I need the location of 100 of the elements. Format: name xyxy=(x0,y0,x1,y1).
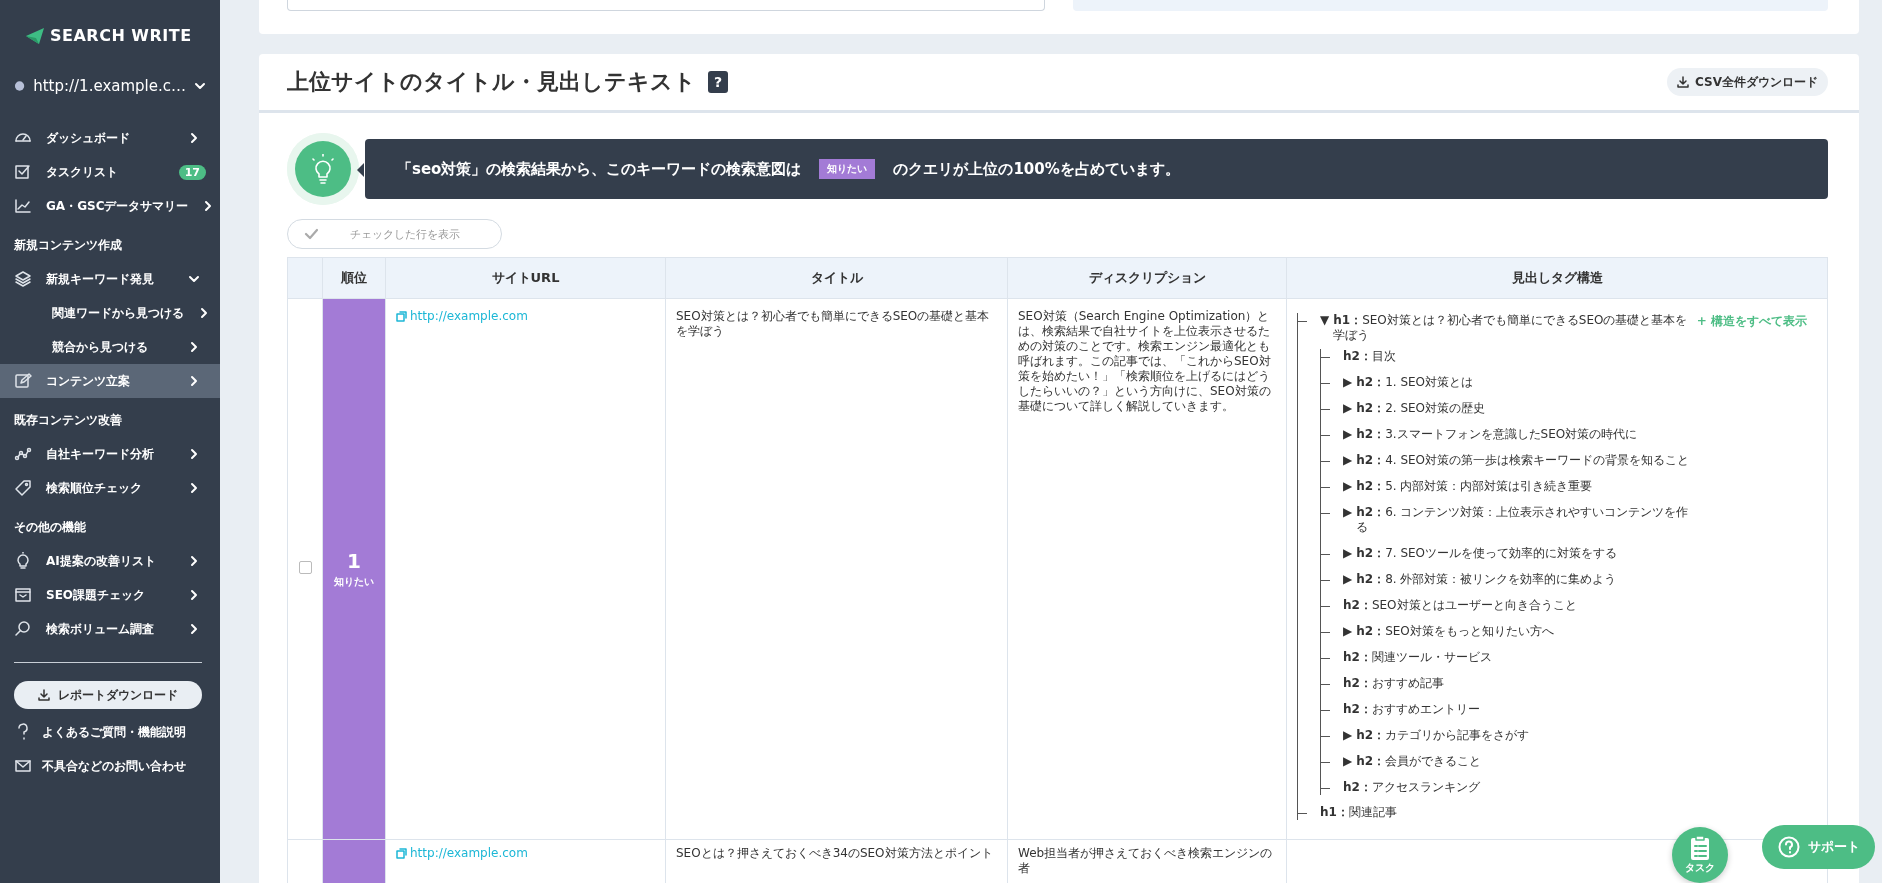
section-heading: 新規コンテンツ作成 xyxy=(13,237,123,254)
banner-text: 「seo対策」の検索結果から、このキーワードの検索意図は xyxy=(397,159,802,179)
expand-toggle[interactable]: ▶ xyxy=(1343,375,1353,390)
title-text: SEO対策とは？初心者でも簡単にできるSEOの基礎と基本を学ぼう xyxy=(676,309,991,339)
heading-label: h2：SEO対策とはユーザーと向き合うこと xyxy=(1343,598,1577,613)
chevron-right-icon xyxy=(198,307,210,319)
heading-label: h2：おすすめエントリー xyxy=(1343,702,1480,717)
lightbulb-icon xyxy=(14,552,32,570)
count-badge: 17 xyxy=(178,164,206,180)
column-header: 順位 xyxy=(322,257,386,299)
pencil-icon xyxy=(14,372,32,390)
help-icon xyxy=(1777,836,1800,858)
help-button[interactable]: ? xyxy=(708,71,728,93)
heading-label: h1：関連記事 xyxy=(1320,805,1397,820)
expand-toggle[interactable]: ▶ xyxy=(1343,505,1353,520)
nav-subitem[interactable]: 関連ワードから見つける xyxy=(0,296,220,330)
logo-mark-icon xyxy=(24,26,46,45)
intent-label: 知りたい xyxy=(334,575,374,589)
expand-toggle[interactable]: ▶ xyxy=(1343,624,1353,639)
chevron-right-icon xyxy=(188,555,200,567)
heading-label: h2：5. 内部対策：内部対策は引き続き重要 xyxy=(1356,479,1593,494)
site-selector[interactable]: http://1.example.c… xyxy=(0,69,220,103)
chevron-right-icon xyxy=(188,132,200,144)
expand-toggle[interactable]: ▶ xyxy=(1343,453,1353,468)
checkmark-icon xyxy=(304,228,318,240)
section-title: 上位サイトのタイトル・見出しテキスト xyxy=(287,68,696,96)
banner-text: のクエリが上位の100%を占めています。 xyxy=(893,159,1180,179)
chart-icon xyxy=(14,197,32,215)
expand-toggle[interactable]: ▶ xyxy=(1343,572,1353,587)
tag-icon xyxy=(14,479,32,497)
window-icon xyxy=(14,586,32,604)
download-icon xyxy=(1677,76,1690,88)
trend-line-icon xyxy=(14,445,32,463)
column-header: タイトル xyxy=(665,257,1008,299)
heading-label: h2：会員ができること xyxy=(1356,754,1482,769)
nav-item[interactable]: 自社キーワード分析 xyxy=(0,437,220,471)
checkbox-icon xyxy=(14,163,32,181)
expand-toggle[interactable]: ▶ xyxy=(1343,754,1353,769)
description-text: Web担当者が押さえておくべき検索エンジンの者 xyxy=(1018,846,1274,876)
heading-label: h2：アクセスランキング xyxy=(1343,780,1480,795)
nav-item[interactable]: AI提案の改善リスト xyxy=(0,544,220,578)
nav-item[interactable]: 検索ボリューム調査 xyxy=(0,612,220,646)
expand-toggle[interactable]: ▶ xyxy=(1343,479,1353,494)
heading-label: h1：SEO対策とは？初心者でも簡単にできるSEOの基礎と基本を学ぼう xyxy=(1333,313,1689,343)
heading-label: h2：7. SEOツールを使って効率的に対策をする xyxy=(1356,546,1618,561)
expand-toggle[interactable]: ▶ xyxy=(1343,401,1353,416)
lightbulb-icon xyxy=(310,154,336,184)
heading-label: h2：SEO対策をもっと知りたい方へ xyxy=(1356,624,1554,639)
heading-label: h2：2. SEO対策の歴史 xyxy=(1356,401,1486,416)
help-link[interactable]: よくあるご質問・機能説明 xyxy=(0,715,220,749)
nav-subitem[interactable]: 競合から見つける xyxy=(0,330,220,364)
logo-text: SEARCH WRITE xyxy=(50,26,192,45)
column-header: 見出しタグ構造 xyxy=(1286,257,1828,299)
nav-item[interactable]: 新規キーワード発見 xyxy=(0,262,220,296)
heading-label: h2：関連ツール・サービス xyxy=(1343,650,1492,665)
chevron-right-icon xyxy=(188,589,200,601)
heading-label: h2：4. SEO対策の第一歩は検索キーワードの背景を知ること xyxy=(1356,453,1690,468)
rank-number: 1 xyxy=(347,549,361,573)
help-link[interactable]: 不具合などのお問い合わせ xyxy=(0,749,220,783)
nav-item[interactable]: GA・GSCデータサマリー xyxy=(0,189,220,223)
expand-toggle[interactable]: ▶ xyxy=(1343,728,1353,743)
envelope-icon xyxy=(14,757,32,775)
external-link-icon xyxy=(396,847,407,859)
csv-download-button[interactable]: CSV全件ダウンロード xyxy=(1667,68,1828,96)
heading-label: h2：3.スマートフォンを意識したSEO対策の時代に xyxy=(1356,427,1638,442)
nav-item[interactable]: 検索順位チェック xyxy=(0,471,220,505)
layers-icon xyxy=(14,270,32,288)
heading-label: h2：目次 xyxy=(1343,349,1396,364)
nav-item[interactable]: ダッシュボード xyxy=(0,121,220,155)
chevron-right-icon xyxy=(188,623,200,635)
section-heading: 既存コンテンツ改善 xyxy=(13,412,123,429)
chevron-right-icon xyxy=(188,375,200,387)
chevron-right-icon xyxy=(188,482,200,494)
chevron-right-icon xyxy=(188,341,200,353)
clipboard-icon xyxy=(1689,835,1711,861)
expand-toggle[interactable]: ▼ xyxy=(1320,313,1330,328)
search-icon xyxy=(14,620,32,638)
heading-label: h2：1. SEO対策とは xyxy=(1356,375,1474,390)
nav-item[interactable]: タスクリスト 17 xyxy=(0,155,220,189)
column-header: ディスクリプション xyxy=(1007,257,1287,299)
nav-item[interactable]: コンテンツ立案 xyxy=(0,364,220,398)
nav-item[interactable]: SEO課題チェック xyxy=(0,578,220,612)
download-icon xyxy=(38,689,50,701)
globe-icon xyxy=(14,80,26,92)
expand-toggle[interactable]: ▶ xyxy=(1343,427,1353,442)
title-text: SEOとは？押さえておくべき34のSEO対策方法とポイント xyxy=(676,846,994,861)
description-text: SEO対策（Search Engine Optimization）とは、検索結果で自社サイトを上位表示させるための対策のことです。検索エンジン最適化とも呼ばれます。この記事では、「これからSEO対策を始めたい！」「検索順位を上げるにはどうしたらいいの？」という方向けに、SEO対策の基礎について詳しく解説していきます。 xyxy=(1018,309,1272,414)
expand-toggle[interactable]: ▶ xyxy=(1343,546,1353,561)
row-checkbox[interactable] xyxy=(298,561,312,574)
heading-label: h2：8. 外部対策：被リンクを効率的に集めよう xyxy=(1356,572,1617,587)
chevron-right-icon xyxy=(188,448,200,460)
heading-label: h2：おすすめ記事 xyxy=(1343,676,1444,691)
external-link-icon xyxy=(396,310,407,322)
heading-label: h2：6. コンテンツ対策：上位表示されやすいコンテンツを作る xyxy=(1356,505,1690,535)
chevron-down-icon xyxy=(194,80,206,92)
column-header: サイトURL xyxy=(385,257,666,299)
section-heading: その他の機能 xyxy=(13,519,87,536)
heading-label: h2：カテゴリから記事をさがす xyxy=(1356,728,1530,743)
intent-tag: 知りたい xyxy=(819,159,876,179)
report-download-button[interactable]: レポートダウンロード xyxy=(14,681,202,709)
